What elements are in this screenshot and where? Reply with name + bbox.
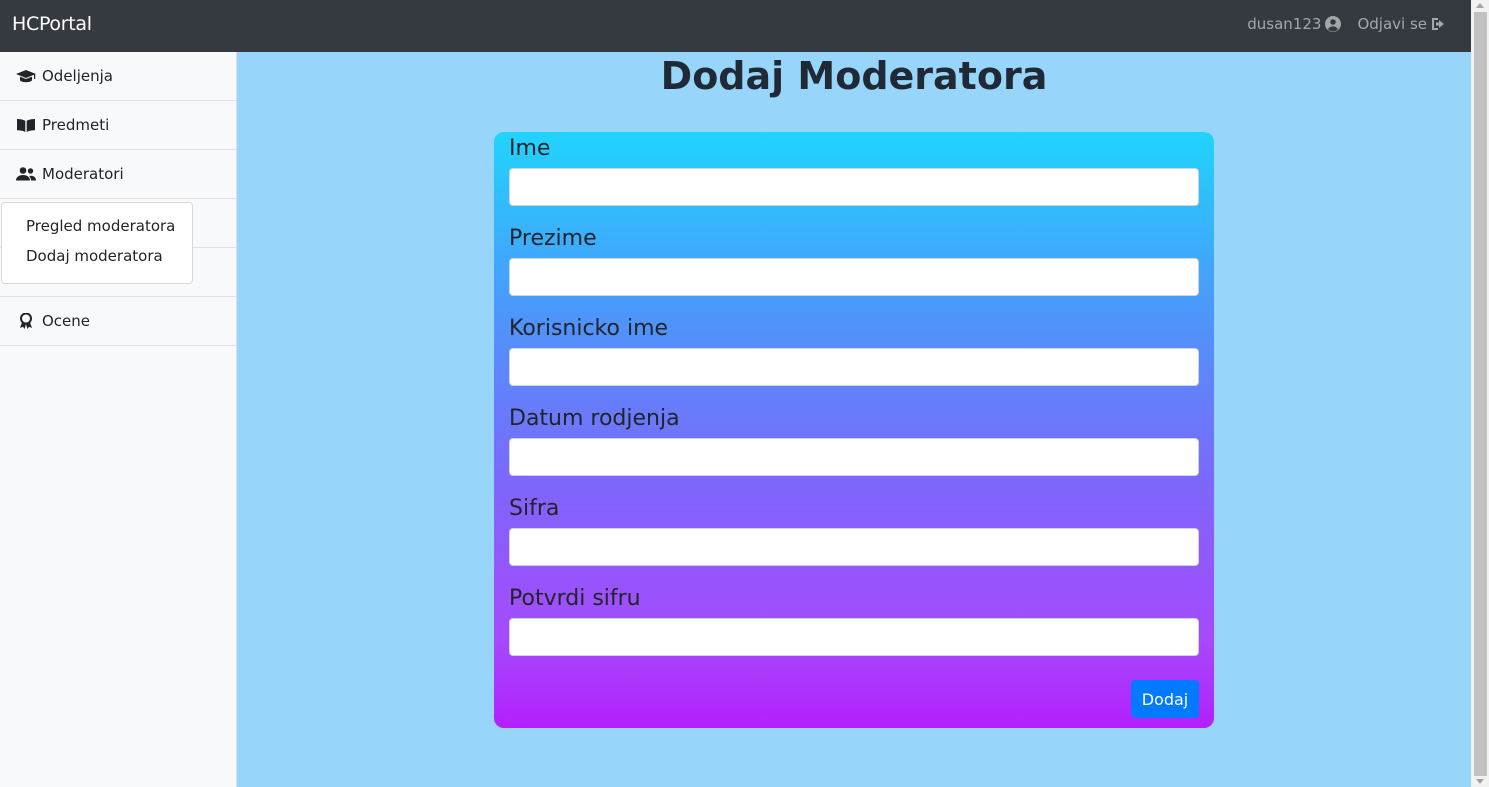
add-moderator-form: Ime Prezime Korisnicko ime Datum rodjenj… — [494, 132, 1214, 728]
field-potvrdi-sifru: Potvrdi sifru — [509, 583, 1199, 656]
user-profile-link[interactable]: dusan123 — [1247, 15, 1342, 33]
navbar-right: dusan123 Odjavi se — [1247, 15, 1447, 33]
sidebar-item-label: Predmeti — [42, 116, 110, 134]
korisnicko-ime-input[interactable] — [509, 348, 1199, 386]
logout-link[interactable]: Odjavi se — [1357, 15, 1447, 33]
field-label: Prezime — [509, 226, 597, 251]
scroll-down-icon[interactable] — [1476, 779, 1484, 784]
book-icon — [17, 119, 35, 132]
dodaj-button[interactable]: Dodaj — [1131, 680, 1199, 718]
logout-label: Odjavi se — [1357, 15, 1427, 33]
sifra-input[interactable] — [509, 528, 1199, 566]
datum-rodjenja-input[interactable] — [509, 438, 1199, 476]
field-label: Sifra — [509, 496, 560, 521]
prezime-input[interactable] — [509, 258, 1199, 296]
page-title: Dodaj Moderatora — [660, 54, 1048, 98]
sign-out-icon — [1432, 18, 1444, 30]
field-label: Datum rodjenja — [509, 406, 680, 431]
ime-input[interactable] — [509, 168, 1199, 206]
field-label: Ime — [509, 136, 551, 161]
field-label: Korisnicko ime — [509, 316, 669, 341]
brand-logo[interactable]: HCPortal — [12, 13, 92, 35]
scrollbar-thumb[interactable] — [1474, 12, 1487, 776]
user-circle-icon — [1325, 16, 1342, 32]
sidebar: Odeljenja Predmeti Moderatori Ocene — [0, 52, 237, 787]
vertical-scrollbar[interactable] — [1471, 0, 1489, 787]
sidebar-item-moderatori[interactable]: Moderatori — [0, 150, 236, 199]
sidebar-item-predmeti[interactable]: Predmeti — [0, 101, 236, 150]
field-ime: Ime — [509, 133, 1199, 206]
sidebar-item-label: Ocene — [42, 312, 91, 330]
users-icon — [16, 167, 36, 181]
scroll-up-icon[interactable] — [1476, 3, 1484, 8]
dropdown-item-dodaj-moderatora[interactable]: Dodaj moderatora — [2, 241, 192, 271]
top-navbar: HCPortal dusan123 Odjavi se — [0, 0, 1471, 52]
field-label: Potvrdi sifru — [509, 586, 641, 611]
field-prezime: Prezime — [509, 223, 1199, 296]
field-korisnicko-ime: Korisnicko ime — [509, 313, 1199, 386]
sidebar-item-odeljenja[interactable]: Odeljenja — [0, 52, 236, 101]
dropdown-item-pregled-moderatora[interactable]: Pregled moderatora — [2, 211, 192, 241]
field-sifra: Sifra — [509, 493, 1199, 566]
username-label: dusan123 — [1247, 15, 1322, 33]
sidebar-item-ocene[interactable]: Ocene — [0, 297, 236, 346]
graduation-cap-icon — [16, 70, 36, 83]
field-datum-rodjenja: Datum rodjenja — [509, 403, 1199, 476]
award-icon — [20, 313, 32, 329]
sidebar-item-label: Odeljenja — [42, 67, 113, 85]
sidebar-item-label: Moderatori — [42, 165, 124, 183]
potvrdi-sifru-input[interactable] — [509, 618, 1199, 656]
moderatori-dropdown-menu: Pregled moderatora Dodaj moderatora — [1, 202, 193, 284]
